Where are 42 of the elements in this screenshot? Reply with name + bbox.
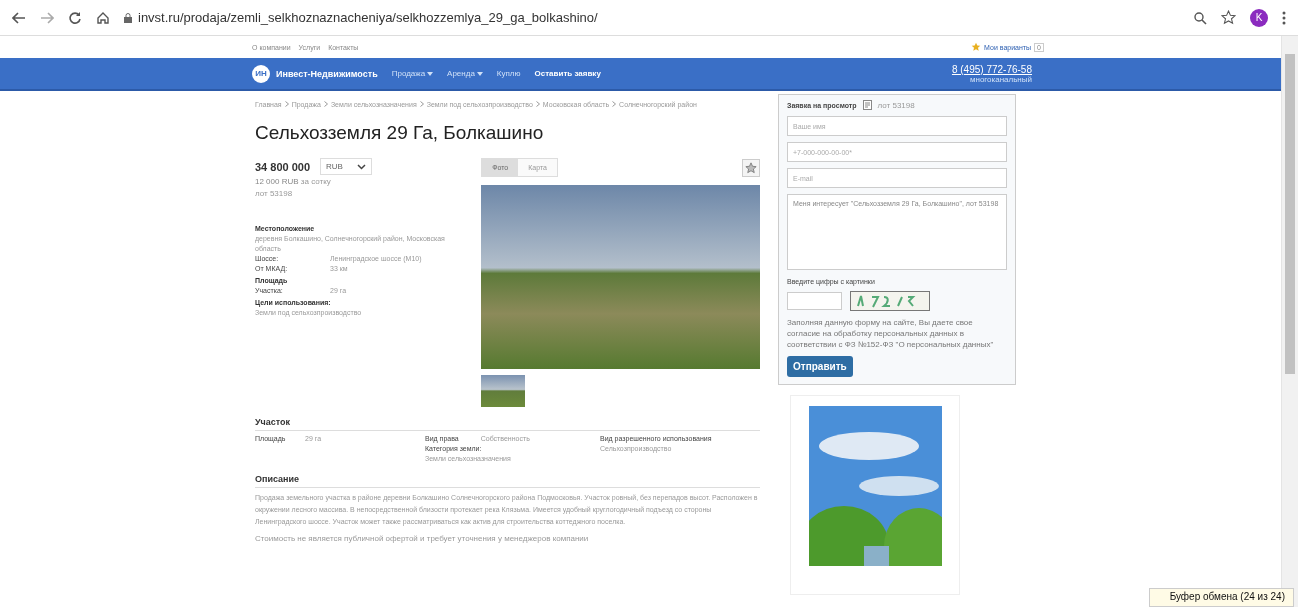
- consent-text: Заполняя данную форму на сайте, Вы даете свое согласие на обработку персональных данных в соответствии с ФЗ №152-ФЗ "О персональных данных": [787, 317, 995, 350]
- nav-link[interactable]: Оставить заявку: [534, 69, 601, 78]
- lot-number: лот 53198: [255, 189, 294, 198]
- home-icon[interactable]: [96, 10, 110, 25]
- chevron-icon: [419, 101, 424, 107]
- photo-thumbnail[interactable]: [481, 375, 526, 407]
- logo-icon[interactable]: ИН: [252, 64, 270, 83]
- menu-icon[interactable]: [1282, 10, 1286, 25]
- favorite-button[interactable]: [742, 158, 760, 177]
- profile-avatar[interactable]: K: [1250, 8, 1268, 27]
- submit-button[interactable]: Отправить: [787, 356, 853, 377]
- landscape-photo-placeholder[interactable]: [808, 406, 942, 566]
- captcha-input[interactable]: [787, 292, 842, 310]
- clipboard-notification[interactable]: Буфер обмена (24 из 24): [1148, 588, 1294, 607]
- form-lot: лот 53198: [877, 100, 915, 110]
- currency-select[interactable]: RUB: [320, 158, 372, 175]
- price-per-unit: 12 000 RUB: [255, 177, 299, 186]
- bookmark-star-icon[interactable]: [1221, 10, 1236, 25]
- lock-icon: [124, 12, 132, 23]
- chevron-icon: [284, 101, 289, 107]
- brand-name[interactable]: Инвест-Недвижимость: [276, 68, 378, 79]
- price-disclaimer: Стоимость не является публичной офертой и требует уточнения у менеджеров компании: [255, 534, 590, 543]
- page-title: Сельхозземля 29 Га, Болкашино: [255, 122, 545, 144]
- chevron-icon: [535, 101, 540, 107]
- reload-icon[interactable]: [68, 10, 82, 25]
- chevron-down-icon: [356, 163, 366, 170]
- back-arrow-icon[interactable]: [12, 11, 26, 24]
- section-heading: Участок: [255, 417, 760, 431]
- chevron-icon: [323, 101, 328, 107]
- nav-link[interactable]: Куплю: [496, 69, 521, 78]
- price: 34 800 000: [255, 160, 311, 173]
- section-heading: Описание: [255, 474, 760, 488]
- nav-link[interactable]: Продажа: [391, 69, 434, 78]
- nav-link[interactable]: Аренда: [447, 69, 483, 78]
- phone-number[interactable]: 8 (495) 772-76-58: [951, 63, 1032, 75]
- phone-note: многоканальный: [969, 74, 1032, 84]
- star-icon: [971, 42, 982, 52]
- chevron-icon: [612, 101, 617, 107]
- zoom-icon[interactable]: [1193, 10, 1207, 25]
- address-bar[interactable]: invst.ru/prodaja/zemli_selkhoznaznacheniya/selkhozzemlya_29_ga_bolkashino/: [138, 10, 598, 25]
- document-icon: [862, 100, 872, 110]
- price-unit-note: за сотку: [300, 177, 331, 186]
